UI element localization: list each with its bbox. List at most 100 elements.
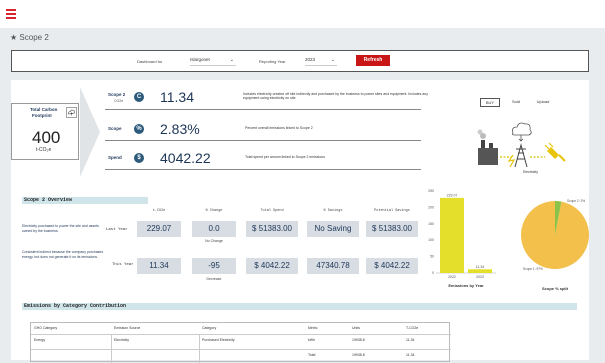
- table-cell: 19938.8: [352, 338, 365, 342]
- overview-section-title: Scope 2 Overview: [22, 197, 148, 204]
- column-header: t-CO2e: [152, 209, 166, 213]
- y-tick-label: 100: [428, 238, 434, 242]
- table-header: Units: [352, 326, 360, 330]
- kpi-label: Scope: [108, 126, 122, 131]
- chevron-down-icon: ⌄: [330, 57, 335, 63]
- scope-split-chart: Scope 2: 3% Scope 1: 97% Scope % split: [521, 199, 589, 291]
- kpi-description: Total spend per annum linked to Scope 2 …: [245, 155, 325, 159]
- column-header: Potential Savings: [374, 209, 410, 213]
- bar: [440, 197, 464, 273]
- table-cell: 11.34: [406, 353, 415, 357]
- breadcrumb: ★ Scope 2: [10, 33, 49, 42]
- divider: [105, 109, 421, 110]
- kpi-description: Percent overall emissions linked to Scop…: [245, 126, 313, 130]
- this-year-potential: $ 4042.22: [366, 258, 418, 274]
- last-year-note: Electricity purchased to power the site …: [22, 224, 99, 233]
- top-bar: [0, 0, 605, 28]
- table-cell: Purchased Electricity: [202, 338, 235, 342]
- data-label: 229.07: [447, 193, 458, 197]
- kpi-sub: CO2e: [114, 99, 124, 103]
- this-year-tco2e: 11.34: [137, 258, 181, 274]
- table-cell: 11.34: [406, 338, 415, 342]
- year-label: Reporting Year: [259, 59, 286, 64]
- plug-icon: [544, 142, 566, 162]
- this-year-note: Consistent indirect because the company …: [22, 250, 104, 259]
- y-tick-label: 0: [432, 271, 434, 275]
- power-tower-icon: [514, 143, 528, 168]
- y-tick-label: 200: [428, 205, 434, 209]
- last-year-tco2e: 229.07: [137, 221, 181, 237]
- table-header: Metric: [308, 326, 318, 330]
- arrow-chevron: [80, 87, 100, 177]
- cloud-upload-icon: [66, 107, 77, 118]
- dollar-icon: $: [134, 153, 144, 163]
- total-carbon-value: 400: [32, 128, 61, 147]
- kpi-label: Spend: [108, 155, 122, 160]
- chevron-down-icon: ⌄: [229, 57, 234, 63]
- last-year-savings: No Saving: [307, 221, 359, 237]
- column-header: % Change: [205, 209, 223, 213]
- table-cell: Total: [308, 353, 316, 357]
- last-year-potential: $ 51383.00: [366, 221, 418, 237]
- toggle-upload[interactable]: Upload: [532, 98, 554, 107]
- dashboard-label: Dashboard for: [137, 59, 163, 64]
- y-tick-label: 150: [428, 222, 434, 226]
- bolt-icon: [507, 154, 516, 168]
- refresh-button[interactable]: Refresh: [356, 55, 390, 66]
- total-carbon-unit: t-CO₂e: [36, 147, 52, 153]
- data-label: 11.34: [476, 265, 485, 269]
- energy-flow-diagram: Electricity: [477, 122, 566, 174]
- emissions-table-cells: GHG Category Emission Source Category Metri…: [30, 322, 450, 362]
- hamburger-menu-icon[interactable]: [6, 9, 16, 19]
- table-header: T-CO2e: [406, 326, 419, 330]
- electricity-caption: Electricity: [523, 170, 538, 174]
- year-select[interactable]: 2023 ⌄: [305, 57, 337, 66]
- toggle-buy[interactable]: BUY: [480, 98, 500, 107]
- kpi-label: Scope 2: [108, 92, 126, 97]
- last-year-label: Last Year: [106, 228, 128, 232]
- table-header: Category: [202, 326, 217, 330]
- kpi-value: 2.83%: [160, 121, 200, 137]
- total-carbon-label: Total Carbon: [30, 107, 58, 112]
- y-tick-label: 50: [430, 255, 434, 259]
- this-year-savings: 47340.78: [307, 258, 359, 274]
- divider: [105, 140, 421, 141]
- dashboard-select[interactable]: Islargonet ⌄: [190, 57, 236, 66]
- kpi-value: 11.34: [160, 89, 194, 105]
- toggle-sold[interactable]: Sold: [507, 98, 525, 107]
- column-header: Total Spend: [260, 209, 284, 213]
- page-title: Scope 2: [19, 33, 49, 42]
- x-axis-label: Emissions by Year: [448, 283, 484, 288]
- emissions-by-year-chart: 250 200 150 100 50 0 229.07 2022 11.34 2023 Emissi…: [428, 189, 496, 288]
- change-note: No Change: [205, 239, 223, 243]
- table-cell: Energy: [34, 338, 46, 342]
- x-tick-label: 2023: [476, 275, 484, 279]
- filter-bar: Dashboard for Islargonet ⌄ Reporting Yea…: [11, 50, 589, 72]
- table-cell: kWh: [308, 338, 315, 342]
- kpi-value: 4042.22: [160, 150, 211, 166]
- column-header: % Savings: [323, 209, 343, 213]
- cloud-icon: [511, 122, 532, 142]
- percent-icon: %: [134, 124, 144, 134]
- x-tick-label: 2022: [448, 275, 456, 279]
- co2-icon: C: [134, 92, 144, 102]
- this-year-change: -95: [192, 258, 236, 274]
- change-note: Decrease: [206, 277, 222, 281]
- table-cell: 19938.8: [352, 353, 365, 357]
- y-tick-label: 250: [428, 189, 434, 193]
- last-year-spend: $ 51383.00: [246, 221, 298, 237]
- kpi-description: Includes electricity created off site in…: [243, 92, 428, 100]
- total-carbon-label-2: Footprint: [32, 113, 52, 118]
- table-header: GHG Category: [34, 326, 58, 330]
- table-cell: Electricity: [114, 338, 129, 342]
- divider: [105, 169, 421, 170]
- this-year-spend: $ 4042.22: [246, 258, 298, 274]
- total-carbon-card: Total Carbon Footprint 400 t-CO₂e: [11, 103, 79, 160]
- factory-icon: [477, 129, 498, 165]
- table-header: Emission Source: [114, 326, 141, 330]
- bar: [468, 269, 492, 273]
- pie-label: Scope 1: 97%: [523, 267, 543, 271]
- last-year-change: 0.0: [192, 221, 236, 237]
- pie-label: Scope 2: 3%: [567, 199, 585, 203]
- this-year-label: This Year: [112, 263, 134, 267]
